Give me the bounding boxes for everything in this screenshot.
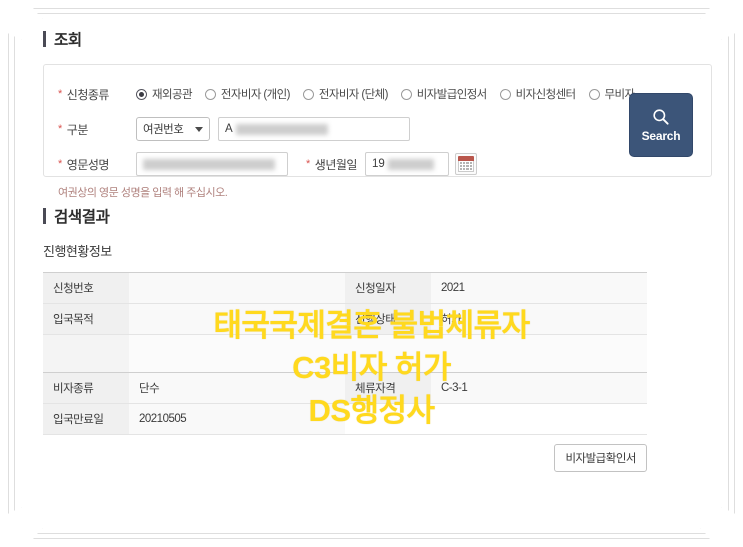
chevron-down-icon: [195, 127, 203, 132]
radio-button-icon: [136, 89, 147, 100]
page-content: 조회 * 신청종류 재외공관 전자비자 (개인) 전자비자 (단체) 비자발급인…: [43, 28, 712, 472]
passport-number-value: A: [225, 123, 233, 135]
results-section-title: 검색결과: [54, 209, 110, 226]
division-label: 구분: [66, 122, 88, 137]
row-value-stay-status: C-3-1: [431, 373, 647, 404]
application-type-label: 신청종류: [66, 87, 109, 102]
heading-accent-bar: [43, 31, 46, 47]
results-subtitle: 진행현황정보: [43, 244, 112, 259]
table-row: 신청번호 신청일자 2021: [43, 273, 647, 304]
row-value-progress-state: 허가: [431, 304, 647, 335]
division-label-wrap: * 구분: [58, 121, 136, 138]
row-label-visa-type: 비자종류: [43, 373, 129, 404]
row-label-entry-purpose: 입국목적: [43, 304, 129, 335]
radio-button-icon: [205, 89, 216, 100]
empty-cell: [431, 404, 647, 435]
results-section-heading: 검색결과: [43, 205, 712, 227]
row-label-entry-expiry: 입국만료일: [43, 404, 129, 435]
row-label-stay-status: 체류자격: [345, 373, 431, 404]
heading-accent-bar: [43, 208, 46, 224]
radio-button-icon: [401, 89, 412, 100]
row-label-application-number: 신청번호: [43, 273, 129, 304]
row-value-visa-type: 단수: [129, 373, 345, 404]
radio-label: 재외공관: [152, 89, 192, 101]
table-row: 입국만료일 20210505: [43, 404, 647, 435]
english-name-label-wrap: * 영문성명: [58, 156, 136, 173]
required-marker: *: [306, 157, 310, 170]
radio-label: 전자비자 (개인): [220, 89, 290, 101]
page-surface: 조회 * 신청종류 재외공관 전자비자 (개인) 전자비자 (단체) 비자발급인…: [21, 18, 722, 529]
radio-option-visa-center[interactable]: 비자신청센터: [500, 86, 576, 102]
birth-date-input[interactable]: 19: [365, 152, 449, 176]
spacer-cell: [129, 335, 345, 373]
required-marker: *: [58, 87, 62, 100]
birth-date-label: 생년월일: [314, 157, 357, 172]
english-name-input[interactable]: [136, 152, 288, 176]
required-marker: *: [58, 122, 62, 135]
redaction-block: [388, 159, 434, 170]
query-section-title: 조회: [54, 32, 82, 49]
radio-label: 전자비자 (단체): [318, 89, 388, 101]
search-icon: [651, 107, 671, 127]
row-value-application-number: [129, 273, 345, 304]
radio-button-icon: [500, 89, 511, 100]
search-button-label: Search: [641, 129, 681, 143]
row-value-application-date: 2021: [431, 273, 647, 304]
application-type-row: * 신청종류 재외공관 전자비자 (개인) 전자비자 (단체) 비자발급인정서 …: [58, 81, 697, 107]
empty-cell: [345, 404, 431, 435]
radio-label: 비자발급인정서: [416, 89, 487, 101]
query-section-heading: 조회: [43, 28, 712, 50]
redaction-block: [143, 159, 275, 170]
division-row: * 구분 여권번호 A: [58, 116, 697, 142]
calendar-icon[interactable]: [455, 153, 477, 175]
helper-text: 여권상의 영문 성명을 입력 해 주십시오.: [58, 187, 228, 199]
table-row: 비자종류 단수 체류자격 C-3-1: [43, 373, 647, 404]
application-type-label-wrap: * 신청종류: [58, 86, 136, 103]
radio-label: 비자신청센터: [515, 89, 576, 101]
spacer-cell: [43, 335, 129, 373]
search-button[interactable]: Search: [629, 93, 693, 157]
row-value-entry-purpose: [129, 304, 345, 335]
visa-issuance-confirmation-button[interactable]: 비자발급확인서: [554, 444, 647, 472]
birth-date-label-wrap: * 생년월일: [306, 156, 357, 173]
query-panel: * 신청종류 재외공관 전자비자 (개인) 전자비자 (단체) 비자발급인정서 …: [43, 64, 712, 177]
row-label-progress-state: 진행상태: [345, 304, 431, 335]
radio-option-embassy[interactable]: 재외공관: [136, 86, 192, 102]
row-value-entry-expiry: 20210505: [129, 404, 345, 435]
results-table-wrap: 신청번호 신청일자 2021 입국목적 진행상태 허가 비자종류 단수 체류자격…: [43, 272, 712, 472]
radio-option-evisa-individual[interactable]: 전자비자 (개인): [205, 86, 290, 102]
progress-status-table: 신청번호 신청일자 2021 입국목적 진행상태 허가 비자종류 단수 체류자격…: [43, 272, 647, 435]
calendar-icon-grid: [458, 161, 474, 172]
required-marker: *: [58, 157, 62, 170]
spacer-cell: [345, 335, 431, 373]
redaction-block: [236, 124, 328, 135]
division-select[interactable]: 여권번호: [136, 117, 210, 141]
english-name-label: 영문성명: [66, 157, 109, 172]
document-button-row: 비자발급확인서: [43, 435, 647, 472]
row-label-application-date: 신청일자: [345, 273, 431, 304]
division-select-value: 여권번호: [143, 124, 184, 136]
radio-option-visa-certificate[interactable]: 비자발급인정서: [401, 86, 487, 102]
table-spacer-row: [43, 335, 647, 373]
spacer-cell: [431, 335, 647, 373]
application-type-radio-group: 재외공관 전자비자 (개인) 전자비자 (단체) 비자발급인정서 비자신청센터 …: [136, 86, 635, 102]
name-and-birthdate-row: * 영문성명 * 생년월일 19: [58, 151, 697, 177]
radio-option-evisa-group[interactable]: 전자비자 (단체): [303, 86, 388, 102]
table-row: 입국목적 진행상태 허가: [43, 304, 647, 335]
radio-button-icon: [303, 89, 314, 100]
birth-date-value: 19: [371, 158, 385, 170]
passport-number-input[interactable]: A: [218, 117, 410, 141]
radio-option-no-visa[interactable]: 무비자: [589, 86, 635, 102]
radio-button-icon: [589, 89, 600, 100]
